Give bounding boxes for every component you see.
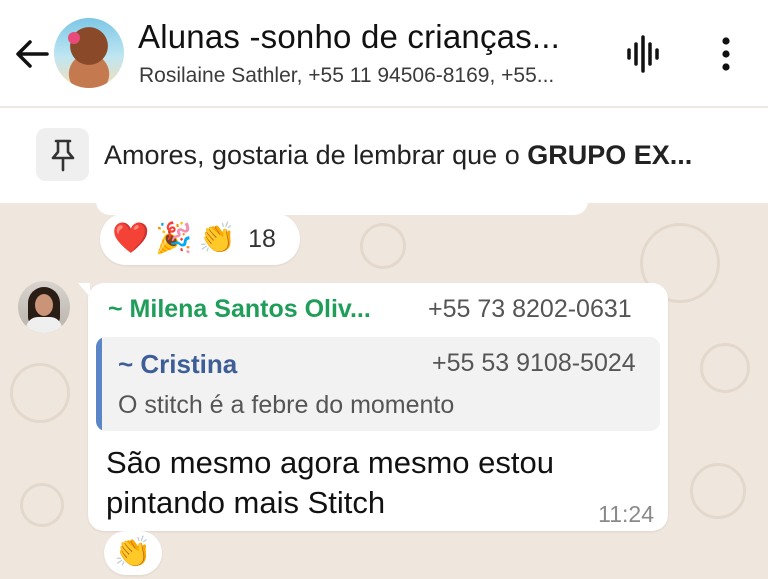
- party-popper-reaction-icon: 🎉: [155, 221, 193, 256]
- quoted-sender-name: ~ Cristina: [118, 349, 238, 379]
- wallpaper-doodle: [10, 363, 70, 423]
- group-title[interactable]: Alunas -sonho de crianças...: [138, 18, 560, 56]
- message-text: São mesmo agora mesmo estou pintando mai…: [106, 445, 554, 520]
- pinned-message-text: Amores, gostaria de lembrar que o GRUPO …: [104, 140, 692, 171]
- group-avatar[interactable]: [54, 18, 124, 88]
- pinned-message-bar[interactable]: Amores, gostaria de lembrar que o GRUPO …: [0, 107, 768, 203]
- pinned-text-bold: GRUPO EX...: [527, 140, 693, 170]
- message-time: 11:24: [598, 501, 654, 527]
- message-reaction[interactable]: 👏: [104, 531, 162, 575]
- reaction-count: 18: [248, 224, 276, 253]
- wallpaper-doodle: [690, 463, 746, 519]
- sender-avatar[interactable]: [18, 281, 70, 333]
- chat-header: Alunas -sonho de crianças... Rosilaine S…: [0, 0, 768, 106]
- heart-reaction-icon: ❤️: [112, 221, 150, 256]
- pin-icon: [51, 139, 74, 171]
- quoted-text: O stitch é a febre do momento: [118, 391, 455, 419]
- quoted-sender-phone: +55 53 9108-5024: [432, 349, 636, 377]
- group-members[interactable]: Rosilaine Sathler, +55 11 94506-8169, +5…: [139, 64, 554, 88]
- back-button[interactable]: [10, 32, 54, 76]
- clapping-reaction-icon: 👏: [198, 221, 237, 256]
- kebab-menu-icon: [722, 37, 730, 71]
- sender-phone: +55 73 8202-0631: [428, 295, 632, 323]
- message-reactions[interactable]: ❤️ 🎉 👏 18: [100, 213, 300, 265]
- sender-name[interactable]: ~ Milena Santos Oliv...: [108, 295, 371, 324]
- audio-waveform-icon: [627, 35, 659, 73]
- avatar-shirt: [26, 317, 62, 333]
- quote-accent-bar: [96, 337, 102, 431]
- wallpaper-doodle: [20, 483, 64, 527]
- back-arrow-icon: [16, 40, 49, 68]
- pinned-text-prefix: Amores, gostaria de lembrar que o: [104, 140, 528, 170]
- wallpaper-doodle: [700, 343, 750, 393]
- voice-chat-button[interactable]: [620, 30, 668, 78]
- message-bubble[interactable]: ~ Milena Santos Oliv... +55 73 8202-0631…: [78, 283, 668, 531]
- clapping-reaction-icon: 👏: [114, 535, 152, 570]
- avatar-face: [35, 294, 53, 316]
- pin-icon-box: [36, 128, 89, 181]
- avatar-flower-decoration: [68, 32, 80, 44]
- quoted-message[interactable]: ~ Cristina +55 53 9108-5024 O stitch é a…: [96, 337, 660, 431]
- chat-area[interactable]: ❤️ 🎉 👏 18 ~ Milena Santos Oliv... +55 73…: [0, 203, 768, 579]
- more-options-button[interactable]: [704, 30, 748, 78]
- wallpaper-doodle: [360, 223, 406, 269]
